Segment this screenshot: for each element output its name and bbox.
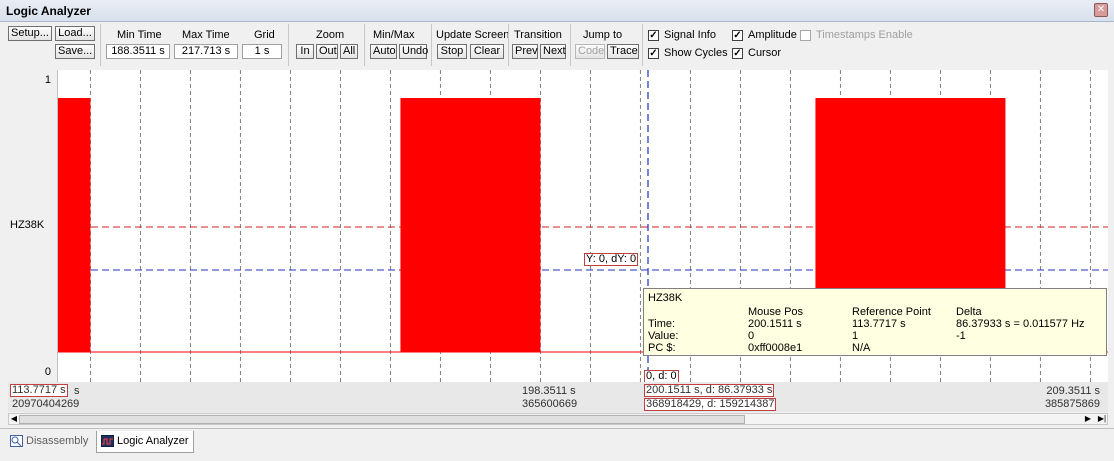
close-icon[interactable]: ✕: [1094, 3, 1108, 17]
ref-cycles-label: 20970404269: [12, 398, 80, 410]
toolbar-separator: [508, 24, 509, 66]
tab-logic-analyzer[interactable]: Logic Analyzer: [96, 431, 194, 453]
tooltip-col-delta: Delta: [956, 306, 982, 318]
tooltip-row-value: Value:: [648, 330, 679, 342]
toolbar-separator: [642, 24, 643, 66]
time-axis-bar: 113.7717 s s 20970404269 198.3511 s 3656…: [8, 382, 1108, 412]
transition-next-button[interactable]: Next: [540, 44, 566, 59]
zoom-label: Zoom: [316, 29, 345, 41]
scroll-end-icon[interactable]: ▶|: [1097, 414, 1107, 424]
min-time-value: 188.3511 s: [106, 44, 170, 59]
ref-time-suffix: s: [74, 385, 80, 397]
signal-label-panel: 1 HZ38K 0: [8, 70, 58, 382]
cursor-label: Cursor: [748, 47, 782, 59]
jump-to-label: Jump to: [583, 29, 623, 41]
toolbar-separator: [100, 24, 101, 66]
disassembly-icon: [10, 435, 23, 447]
toolbar-separator: [570, 24, 571, 66]
horizontal-scrollbar[interactable]: ◀ ▶ ▶|: [8, 413, 1108, 425]
zoom-all-button[interactable]: All: [340, 44, 358, 59]
scroll-left-icon[interactable]: ◀: [9, 414, 19, 424]
setup-button[interactable]: Setup...: [8, 26, 52, 41]
tooltip-ref-value: 1: [852, 330, 859, 342]
toolbar-separator: [364, 24, 365, 66]
tooltip-delta-value: -1: [956, 330, 966, 342]
load-button[interactable]: Load...: [55, 26, 95, 41]
mid-time-label: 198.3511 s: [522, 385, 576, 397]
update-screen-label: Update Screen: [436, 29, 510, 41]
tooltip-mouse-pc: 0xff0008e1: [748, 342, 803, 354]
minmax-undo-button[interactable]: Undo: [399, 44, 428, 59]
minmax-auto-button[interactable]: Auto: [370, 44, 397, 59]
zoom-out-button[interactable]: Out: [316, 44, 338, 59]
tooltip-row-time: Time:: [648, 318, 676, 330]
signal-info-tooltip: HZ38K Mouse Pos Reference Point Delta Ti…: [643, 288, 1107, 356]
window-titlebar: Logic Analyzer ✕: [0, 0, 1114, 22]
cursor-time-label: 200.1511 s, d: 86.37933 s: [644, 384, 775, 397]
window-tabs: Disassembly Logic Analyzer: [0, 428, 1114, 461]
tooltip-delta-time: 86.37933 s = 0.011577 Hz: [956, 318, 1085, 330]
update-stop-button[interactable]: Stop: [437, 44, 467, 59]
timestamps-enable-checkbox[interactable]: [800, 30, 811, 41]
show-cycles-label: Show Cycles: [664, 47, 728, 59]
tooltip-col-ref: Reference Point: [852, 306, 931, 318]
scrollbar-thumb[interactable]: [19, 415, 745, 424]
tab-disassembly-label: Disassembly: [26, 435, 89, 447]
toolbar-separator: [288, 24, 289, 66]
scroll-right-icon[interactable]: ▶: [1083, 414, 1093, 424]
tab-disassembly[interactable]: Disassembly: [6, 431, 92, 453]
tab-logic-analyzer-label: Logic Analyzer: [117, 435, 189, 447]
timestamps-enable-label: Timestamps Enable: [816, 29, 913, 41]
tooltip-ref-time: 113.7717 s: [852, 318, 906, 330]
show-cycles-checkbox[interactable]: ✓: [648, 48, 659, 59]
tooltip-row-pc: PC $:: [648, 342, 676, 354]
signal-pulse: [58, 98, 91, 352]
jump-code-button[interactable]: Code: [575, 44, 605, 59]
minmax-label: Min/Max: [373, 29, 415, 41]
signal-name-label[interactable]: HZ38K: [10, 219, 44, 231]
logic-analyzer-icon: [101, 435, 114, 447]
signal-info-checkbox[interactable]: ✓: [648, 30, 659, 41]
min-time-label: Min Time: [117, 29, 162, 41]
max-time-value: 217.713 s: [174, 44, 238, 59]
amplitude-label: Amplitude: [748, 29, 797, 41]
right-time-label: 209.3511 s: [1046, 385, 1100, 397]
grid-label: Grid: [254, 29, 275, 41]
save-button[interactable]: Save...: [55, 44, 95, 59]
transition-label: Transition: [514, 29, 562, 41]
tooltip-ref-pc: N/A: [852, 342, 871, 354]
tooltip-signal-name: HZ38K: [648, 292, 683, 304]
mid-cycles-label: 365600669: [522, 398, 578, 410]
jump-trace-button[interactable]: Trace: [607, 44, 639, 59]
update-clear-button[interactable]: Clear: [470, 44, 504, 59]
tooltip-mouse-value: 0: [748, 330, 755, 342]
cursor-checkbox[interactable]: ✓: [732, 48, 743, 59]
tooltip-mouse-time: 200.1511 s: [748, 318, 802, 330]
signal-pulse: [400, 98, 541, 352]
max-time-label: Max Time: [182, 29, 230, 41]
tooltip-col-mouse: Mouse Pos: [748, 306, 804, 318]
mouse-value-label: 0, d: 0: [644, 370, 679, 382]
y-axis-top-label: 1: [44, 74, 51, 86]
zoom-in-button[interactable]: In: [296, 44, 314, 59]
toolbar-separator: [431, 24, 432, 66]
amplitude-checkbox[interactable]: ✓: [732, 30, 743, 41]
toolbar: Setup... Load... Save... Min Time 188.35…: [0, 22, 1114, 68]
ref-time-label: 113.7717 s: [10, 384, 68, 397]
transition-prev-button[interactable]: Prev: [512, 44, 538, 59]
cursor-cycles-label: 368918429, d: 159214387: [644, 398, 777, 411]
signal-info-label: Signal Info: [664, 29, 716, 41]
cursor-value-label: Y: 0, dY: 0: [584, 253, 639, 266]
y-axis-bottom-label: 0: [44, 366, 51, 378]
waveform-plot[interactable]: Y: 0, dY: 0 0, d: 0 HZ38K Mouse Pos Refe…: [58, 70, 1108, 382]
right-cycles-label: 385875869: [1044, 398, 1100, 410]
window-title: Logic Analyzer: [6, 4, 91, 18]
grid-value: 1 s: [242, 44, 282, 59]
